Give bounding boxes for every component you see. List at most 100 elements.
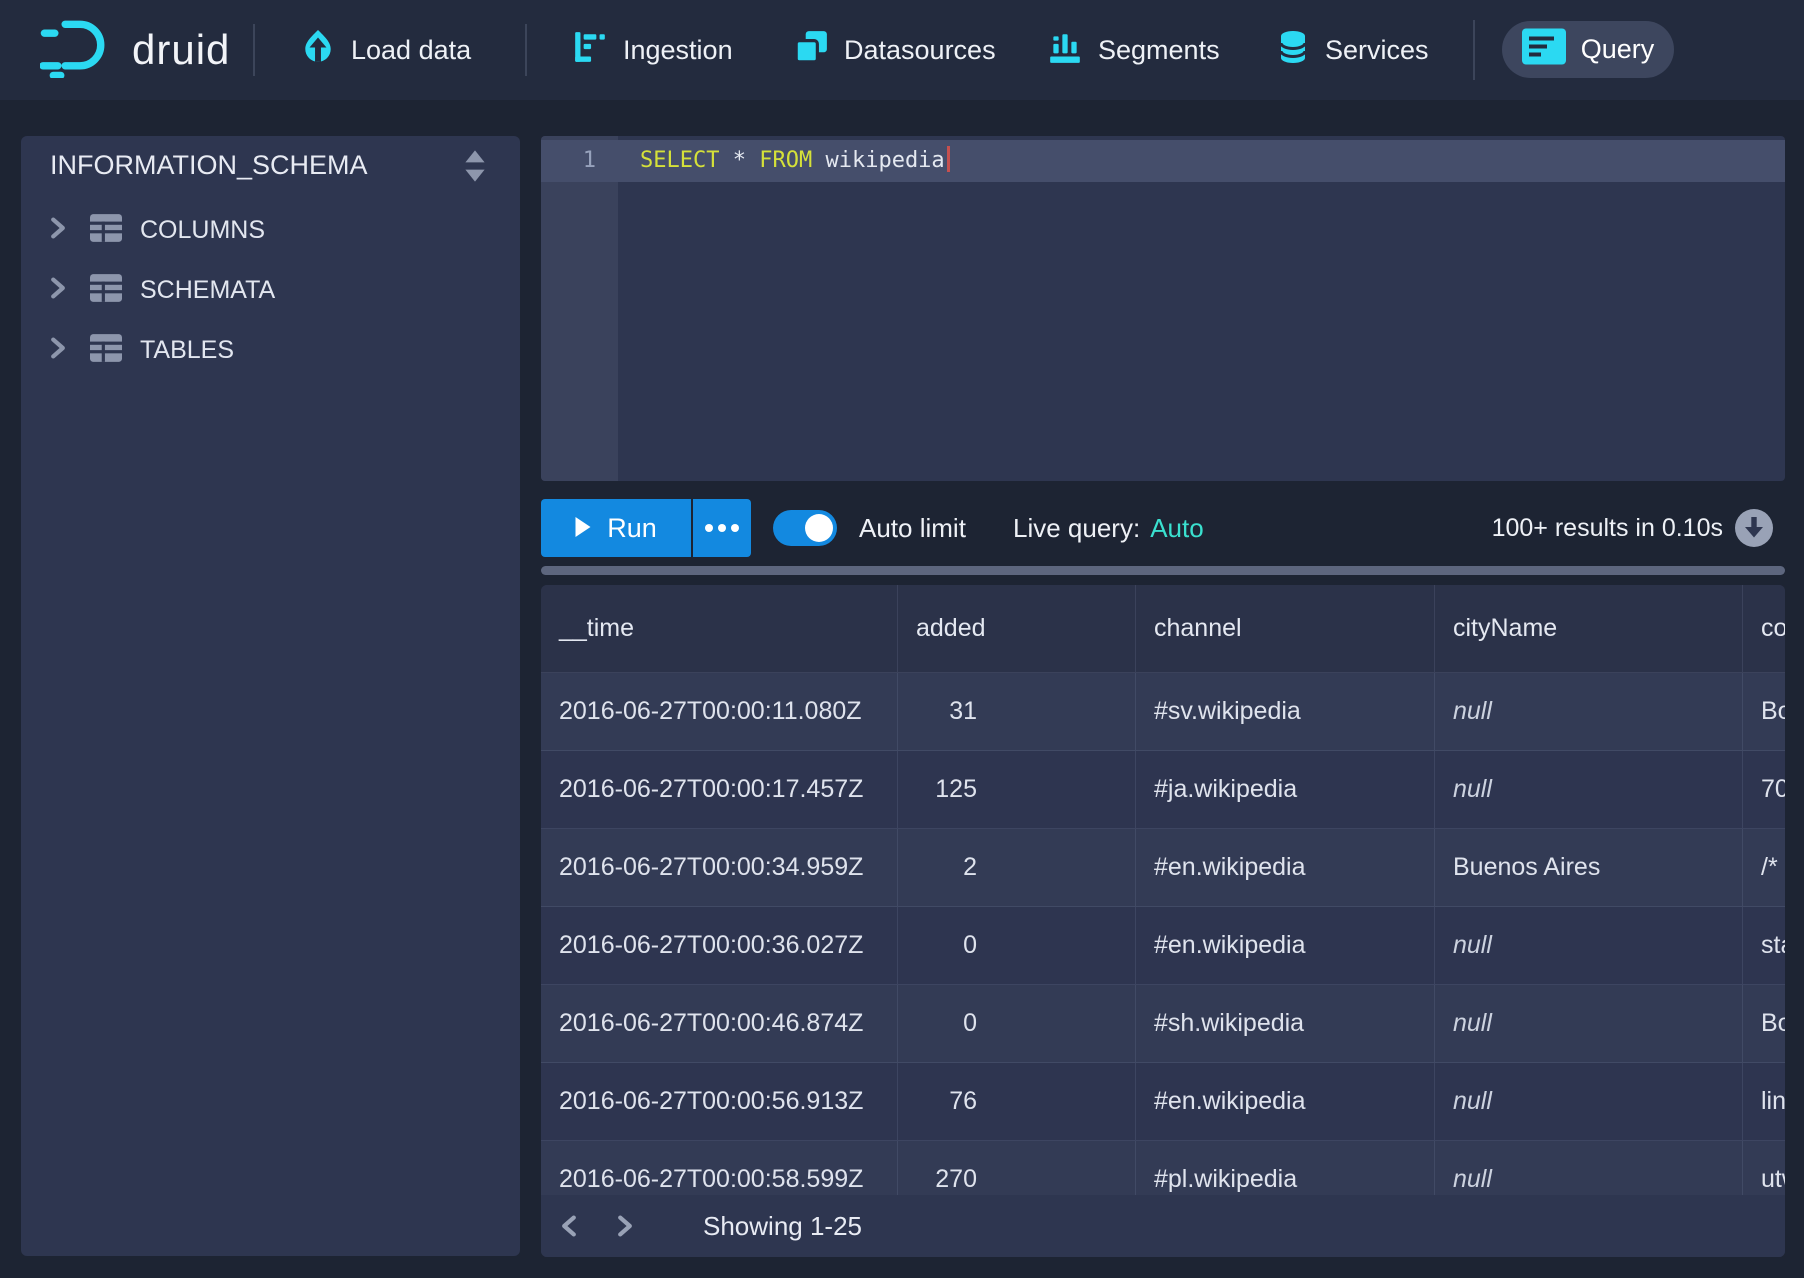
nav-item-label: Datasources <box>844 35 996 66</box>
sql-keyword: SELECT <box>640 148 719 173</box>
cell-added[interactable]: 76 <box>898 1063 1136 1141</box>
run-more-button[interactable] <box>693 499 751 557</box>
cell-time[interactable]: 2016-06-27T00:00:17.457Z <box>541 751 898 829</box>
cell-cityname[interactable]: null <box>1435 985 1743 1063</box>
column-header-added[interactable]: added <box>898 585 1136 673</box>
nav-item-datasources[interactable]: Datasources <box>793 0 996 100</box>
table-row: 2016-06-27T00:00:46.874Z 0 #sh.wikipedia… <box>541 985 1785 1063</box>
nav-divider <box>525 24 527 76</box>
sidebar-item-label: COLUMNS <box>140 216 265 245</box>
cell-added[interactable]: 31 <box>898 673 1136 751</box>
table-icon <box>90 274 122 307</box>
nav-item-label: Services <box>1325 35 1429 66</box>
auto-limit-toggle[interactable] <box>773 510 837 546</box>
text-cursor <box>947 146 950 172</box>
nav-item-label: Query <box>1581 34 1655 65</box>
cell-added[interactable]: 0 <box>898 985 1136 1063</box>
play-icon <box>575 513 591 544</box>
query-editor[interactable]: 1 SELECT * FROM wikipedia <box>541 136 1785 481</box>
table-icon <box>90 334 122 367</box>
query-icon <box>1522 28 1566 72</box>
cell-added[interactable]: 0 <box>898 907 1136 985</box>
cell-cityname[interactable]: null <box>1435 673 1743 751</box>
cell-added[interactable]: 2 <box>898 829 1136 907</box>
nav-item-ingestion[interactable]: Ingestion <box>572 0 733 100</box>
cell-cityname[interactable]: null <box>1435 751 1743 829</box>
nav-item-services[interactable]: Services <box>1276 0 1429 100</box>
cell-channel[interactable]: #ja.wikipedia <box>1136 751 1435 829</box>
line-number: 1 <box>541 140 618 182</box>
nav-item-query[interactable]: Query <box>1502 21 1674 78</box>
cell-comment[interactable]: 70. <box>1743 751 1785 829</box>
auto-limit-label[interactable]: Auto limit <box>859 495 966 561</box>
cell-time[interactable]: 2016-06-27T00:00:56.913Z <box>541 1063 898 1141</box>
upload-icon <box>300 28 336 73</box>
pagination-status: Showing 1-25 <box>703 1211 862 1242</box>
live-query-value[interactable]: Auto <box>1150 513 1204 544</box>
sidebar-item-schemata[interactable]: SCHEMATA <box>21 266 520 314</box>
cell-cityname[interactable]: null <box>1435 1063 1743 1141</box>
table-row: 2016-06-27T00:00:36.027Z 0 #en.wikipedia… <box>541 907 1785 985</box>
sql-star: * <box>733 148 746 173</box>
results-panel: __time added channel cityName comment 20… <box>541 585 1785 1257</box>
cell-channel[interactable]: #en.wikipedia <box>1136 907 1435 985</box>
cell-cityname[interactable]: Buenos Aires <box>1435 829 1743 907</box>
cell-time[interactable]: 2016-06-27T00:00:11.080Z <box>541 673 898 751</box>
chevron-right-icon <box>50 216 68 245</box>
more-dots-icon <box>705 524 713 532</box>
nav-divider <box>253 24 255 76</box>
column-header-time[interactable]: __time <box>541 585 898 673</box>
cell-time[interactable]: 2016-06-27T00:00:34.959Z <box>541 829 898 907</box>
cell-time[interactable]: 2016-06-27T00:00:36.027Z <box>541 907 898 985</box>
cell-comment[interactable]: Bot <box>1743 985 1785 1063</box>
druid-logo[interactable]: druid <box>40 0 230 100</box>
live-query-label: Live query: <box>1013 513 1140 544</box>
cell-comment[interactable]: Bot <box>1743 673 1785 751</box>
horizontal-scrollbar[interactable] <box>541 566 1785 575</box>
column-header-comment[interactable]: comment <box>1743 585 1785 673</box>
schema-selector[interactable]: INFORMATION_SCHEMA <box>50 150 368 181</box>
run-button-group: Run <box>541 499 751 557</box>
nav-item-label: Ingestion <box>623 35 733 66</box>
cell-channel[interactable]: #en.wikipedia <box>1136 1063 1435 1141</box>
sidebar-item-columns[interactable]: COLUMNS <box>21 206 520 254</box>
cell-added[interactable]: 125 <box>898 751 1136 829</box>
cell-comment[interactable]: link <box>1743 1063 1785 1141</box>
header-row: __time added channel cityName comment <box>541 585 1785 673</box>
sql-text: SELECT * FROM wikipedia <box>640 140 950 182</box>
column-header-cityname[interactable]: cityName <box>1435 585 1743 673</box>
cell-channel[interactable]: #sh.wikipedia <box>1136 985 1435 1063</box>
run-button-label: Run <box>607 513 657 544</box>
double-caret-vertical-icon[interactable] <box>462 148 488 189</box>
live-query-control: Live query: Auto <box>1013 495 1204 561</box>
cell-comment[interactable]: sta <box>1743 907 1785 985</box>
ingestion-icon <box>572 29 608 72</box>
cell-channel[interactable]: #en.wikipedia <box>1136 829 1435 907</box>
column-header-channel[interactable]: channel <box>1136 585 1435 673</box>
results-table: __time added channel cityName comment 20… <box>541 585 1785 1219</box>
navbar: druid Load data <box>0 0 1804 100</box>
datasources-icon <box>793 29 829 72</box>
cell-channel[interactable]: #sv.wikipedia <box>1136 673 1435 751</box>
toggle-knob <box>805 514 833 542</box>
druid-logo-icon <box>40 18 120 83</box>
download-button[interactable] <box>1735 509 1773 552</box>
druid-console: druid Load data <box>0 0 1804 1278</box>
logo-wordmark: druid <box>132 26 230 74</box>
nav-item-segments[interactable]: Segments <box>1047 0 1220 100</box>
nav-item-load-data[interactable]: Load data <box>300 0 471 100</box>
cell-cityname[interactable]: null <box>1435 907 1743 985</box>
sql-keyword: FROM <box>759 148 812 173</box>
nav-item-label: Load data <box>351 35 471 66</box>
sidebar-item-tables[interactable]: TABLES <box>21 326 520 374</box>
services-icon <box>1276 28 1310 73</box>
next-page-button[interactable] <box>605 1206 645 1246</box>
cell-comment[interactable]: /* S <box>1743 829 1785 907</box>
sidebar-item-label: SCHEMATA <box>140 276 275 305</box>
previous-page-button[interactable] <box>549 1206 589 1246</box>
run-button[interactable]: Run <box>541 499 691 557</box>
table-row: 2016-06-27T00:00:17.457Z 125 #ja.wikiped… <box>541 751 1785 829</box>
cell-time[interactable]: 2016-06-27T00:00:46.874Z <box>541 985 898 1063</box>
editor-gutter <box>541 136 618 481</box>
segments-icon <box>1047 29 1083 72</box>
